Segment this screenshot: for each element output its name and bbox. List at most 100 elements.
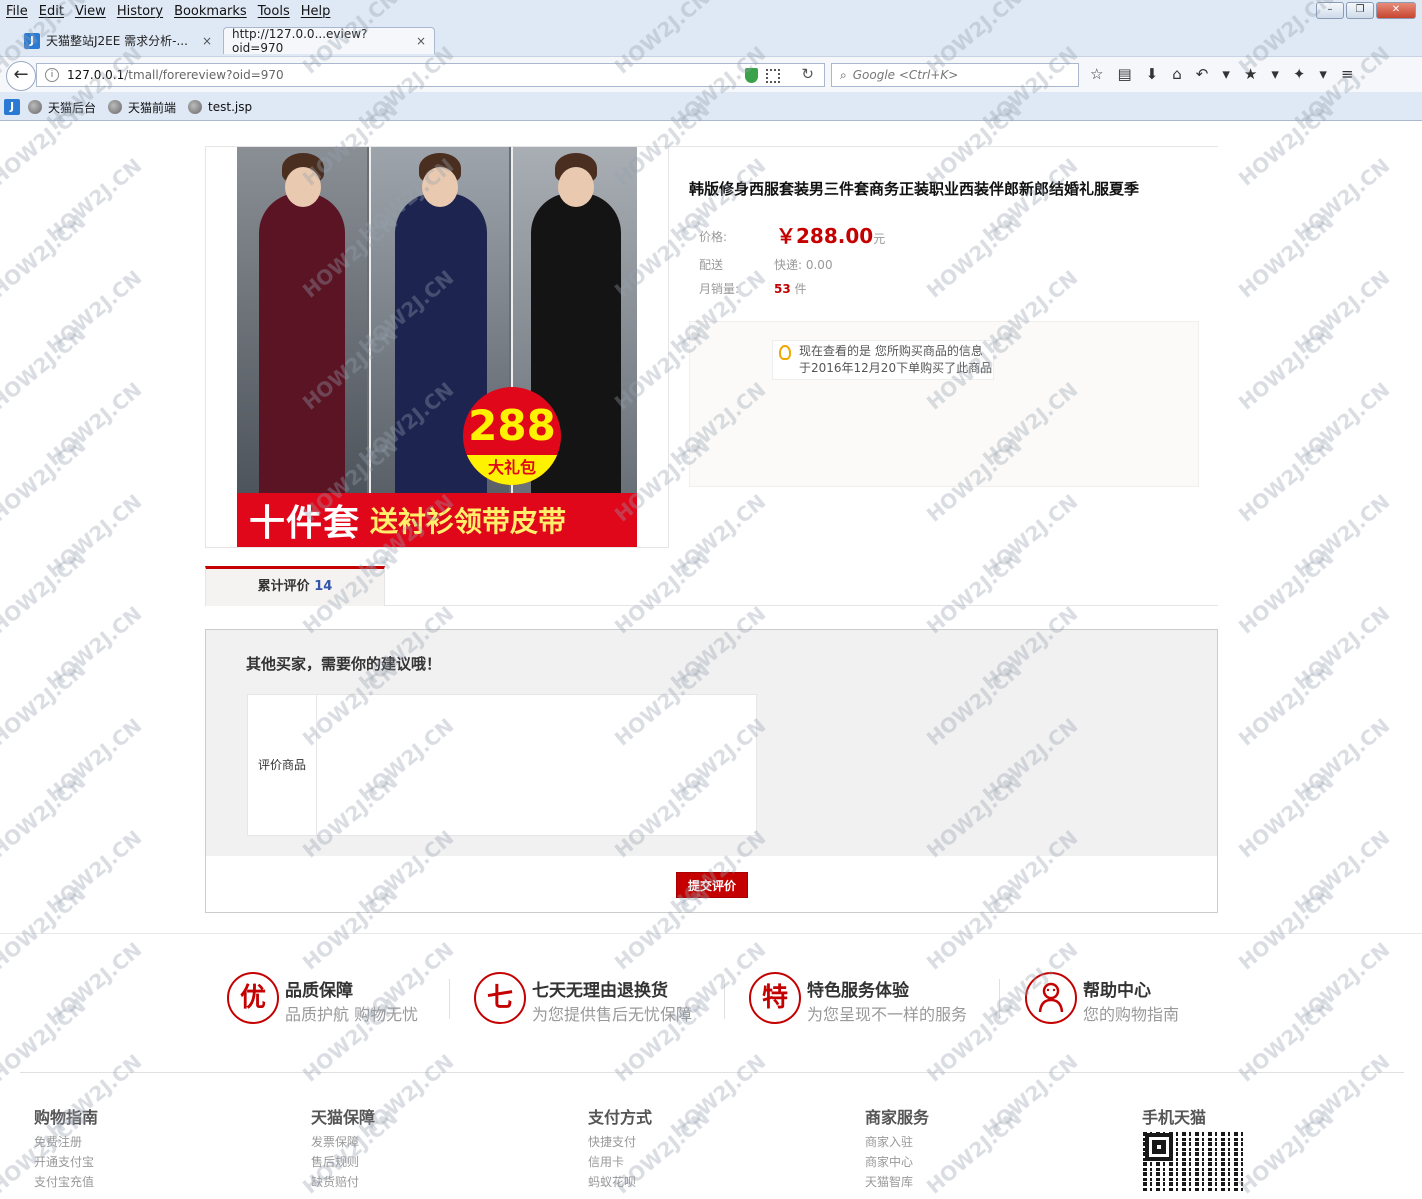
footer-link[interactable]: 发票保障 [311,1132,375,1152]
reload-icon[interactable]: ↻ [801,65,814,83]
menu-history[interactable]: History [117,4,163,19]
search-input[interactable]: ⌕ Google <Ctrl+K> [831,63,1079,87]
sales-unit: 件 [794,282,807,296]
delivery-value: 快递: 0.00 [774,258,833,272]
sales-label: 月销量: [699,282,740,296]
service-guarantees: 优 品质保障 品质护航 购物无忧 七 七天无理由退换货 为您提供售后无忧保障 特… [0,971,1422,1041]
submit-review-button[interactable]: 提交评价 [676,872,748,898]
close-tab-icon[interactable]: × [416,34,426,48]
close-window-button[interactable]: ✕ [1376,2,1416,19]
tab-review[interactable]: http://127.0.0...eview?oid=970 × [223,27,435,55]
footer-heading: 支付方式 [588,1108,653,1127]
j-bookmark-icon[interactable]: J [4,99,20,115]
tab-requirements[interactable]: J 天猫整站J2EE 需求分析-... × [16,27,220,54]
sales-value-wrap: 53 件 [774,280,807,297]
back-arrow-icon[interactable]: ← [6,61,36,91]
menu-icon[interactable]: ≡ [1341,65,1354,83]
review-count: 14 [314,579,333,594]
footer-link[interactable]: 商家中心 [865,1152,929,1172]
restore-button[interactable]: ❐ [1346,2,1374,19]
bookmark-tmall-admin[interactable]: 天猫后台 [28,99,96,116]
url-host: 127.0.0.1 [67,68,125,82]
promo-banner: 十件套 送衬衫领带皮带 [237,493,637,547]
review-field-label: 评价商品 [248,695,317,835]
qr-code-image [1143,1131,1243,1191]
menu-tools[interactable]: Tools [258,4,290,19]
shield-icon[interactable] [745,68,758,83]
globe-icon [108,100,123,114]
footer-link[interactable]: 缺货赔付 [311,1172,375,1192]
footer-link[interactable]: 天猫智库 [865,1172,929,1192]
menu-bookmarks[interactable]: Bookmarks [174,4,247,19]
banner-big-text: 十件套 [249,503,361,544]
footer-link[interactable]: 支付宝充值 [34,1172,98,1192]
menu-view[interactable]: View [75,4,106,19]
browser-chrome: File Edit View History Bookmarks Tools H… [0,0,1422,121]
review-prompt: 其他买家，需要你的建议哦！ [246,655,442,673]
divider [724,979,725,1019]
address-bar[interactable]: i 127.0.0.1 /tmall/forereview?oid=970 ↻ [36,63,825,87]
guarantee-subtitle: 您的购物指南 [1083,1005,1180,1024]
footer-link[interactable]: 售后规则 [311,1152,375,1172]
download-icon[interactable]: ⬇ [1146,65,1159,83]
review-tab-row: 累计评价 14 [205,566,1218,606]
seven-icon: 七 [474,972,526,1024]
menu-file[interactable]: File [6,4,28,19]
footer-heading: 商家服务 [865,1108,930,1127]
reading-list-icon[interactable]: ▤ [1117,65,1131,83]
undo-icon[interactable]: ↶ [1196,65,1209,83]
divider [449,979,450,1019]
dropdown-icon[interactable]: ▾ [1271,65,1279,83]
favorites-icon[interactable]: ★ [1244,65,1257,83]
bookmark-label: test.jsp [208,100,253,114]
review-form: 评价商品 [247,694,757,836]
bookmark-label: 天猫后台 [48,100,97,115]
nav-bar: ← i 127.0.0.1 /tmall/forereview?oid=970 … [0,56,1422,92]
guarantee-title: 品质保障 [285,981,353,1001]
guarantee-title: 七天无理由退换货 [532,981,668,1001]
tab-bar: J 天猫整站J2EE 需求分析-... × http://127.0.0...e… [0,24,1422,73]
review-textarea[interactable] [318,695,756,835]
bookmark-tmall-front[interactable]: 天猫前端 [108,99,176,116]
bookmark-test-jsp[interactable]: test.jsp [188,100,252,114]
globe-icon [28,100,42,114]
close-tab-icon[interactable]: × [202,34,212,48]
review-form-background: 其他买家，需要你的建议哦！ 评价商品 [206,630,1217,856]
extension-icon[interactable]: ✦ [1293,65,1306,83]
menu-edit[interactable]: Edit [39,4,64,19]
tab-title: http://127.0.0...eview?oid=970 [232,27,368,55]
search-icon: ⌕ [840,67,847,82]
footer-link[interactable]: 开通支付宝 [34,1152,98,1172]
badge-number: 288 [468,401,556,450]
j-favicon-icon: J [24,32,40,49]
guarantee-subtitle: 品质护航 购物无忧 [285,1005,419,1024]
footer-link[interactable]: 蚂蚁花呗 [588,1172,652,1192]
toolbar-icons: ☆ ▤ ⬇ ⌂ ↶ ▾ ★ ▾ ✦ ▾ ≡ [1090,65,1354,83]
star-icon[interactable]: ☆ [1090,65,1103,83]
divider [20,1072,1404,1073]
menu-help[interactable]: Help [301,4,331,19]
footer-link[interactable]: 信用卡 [588,1152,652,1172]
globe-icon [188,100,203,114]
footer-tmall-guarantee: 天猫保障 发票保障 售后规则 缺货赔付 [311,1104,375,1192]
dropdown-icon[interactable]: ▾ [1222,65,1230,83]
product-image-box: 288 大礼包 十件套 送衬衫领带皮带 [205,146,669,548]
price-value: ￥288.00 [776,224,874,248]
minimize-button[interactable]: – [1316,2,1344,19]
info-icon[interactable]: i [45,68,59,82]
footer-link[interactable]: 快捷支付 [588,1132,652,1152]
footer-payment: 支付方式 快捷支付 信用卡 蚂蚁花呗 [588,1104,652,1192]
home-icon[interactable]: ⌂ [1172,65,1182,83]
bookmark-label: 天猫前端 [128,100,177,115]
tab-cumulative-reviews[interactable]: 累计评价 14 [205,566,385,606]
footer-heading: 手机天猫 [1142,1108,1207,1127]
price-unit: 元 [873,232,886,246]
dropdown-icon[interactable]: ▾ [1319,65,1327,83]
sales-count: 53 [774,282,791,296]
qr-code-icon[interactable] [766,69,780,83]
footer-link[interactable]: 免费注册 [34,1132,98,1152]
badge-text: 大礼包 [463,455,561,485]
footer-link[interactable]: 商家入驻 [865,1132,929,1152]
footer-mobile-tmall: 手机天猫 [1142,1104,1206,1132]
special-icon: 特 [749,972,801,1024]
